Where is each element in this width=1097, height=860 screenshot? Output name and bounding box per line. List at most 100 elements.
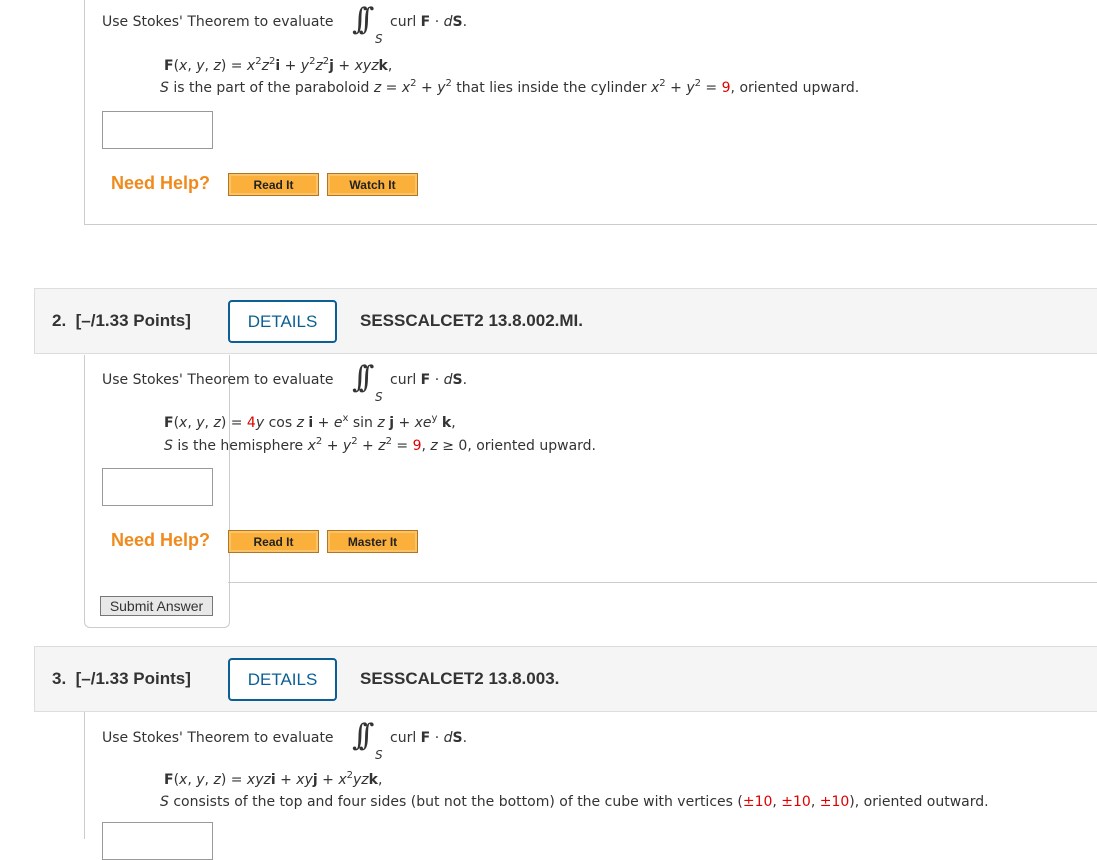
formula-segment: curl	[390, 14, 421, 30]
formula-segment: =	[381, 80, 402, 96]
formula-segment: y	[342, 438, 352, 454]
formula-segment: ) =	[220, 58, 247, 74]
formula-segment: z	[213, 772, 221, 788]
formula-segment: sin	[348, 415, 378, 431]
formula-segment: y	[196, 58, 205, 74]
formula-segment: ,	[810, 794, 820, 810]
formula-segment: ,	[187, 415, 197, 431]
question-2-integrand: curl F · dS.	[390, 372, 467, 388]
formula-segment: ), oriented outward.	[849, 794, 989, 810]
master-it-button[interactable]: Master It	[327, 530, 418, 553]
question-1-answer-input[interactable]	[102, 111, 213, 149]
integral-subscript: S	[375, 390, 383, 404]
question-3-body	[84, 712, 85, 839]
formula-segment: +	[322, 438, 343, 454]
divider	[228, 582, 1097, 583]
formula-segment: +	[317, 772, 339, 788]
watch-it-button[interactable]: Watch It	[327, 173, 418, 196]
formula-segment: cos	[264, 415, 297, 431]
formula-segment: ·	[430, 14, 444, 30]
formula-segment: +	[280, 58, 301, 74]
formula-segment: ±10	[819, 794, 850, 810]
formula-segment: +	[394, 415, 415, 431]
formula-segment: =	[391, 438, 413, 454]
formula-segment: ,	[377, 772, 383, 788]
formula-segment: yz	[352, 772, 369, 788]
formula-segment: y	[196, 415, 205, 431]
formula-segment: .	[462, 14, 468, 30]
read-it-button[interactable]: Read It	[228, 173, 319, 196]
integral-symbol: ∫∫	[352, 2, 374, 37]
question-3-details-button[interactable]: DETAILS	[228, 658, 337, 701]
formula-segment: 9	[721, 80, 731, 96]
question-3-answer-input[interactable]	[102, 822, 213, 860]
formula-segment: F	[164, 58, 174, 74]
question-2-answer-input[interactable]	[102, 468, 213, 506]
formula-segment: d	[443, 14, 453, 30]
formula-segment: is the part of the paraboloid	[168, 80, 374, 96]
formula-segment: consists of the top and four sides (but …	[168, 794, 743, 810]
formula-segment: F	[420, 14, 431, 30]
integral-subscript: S	[375, 32, 383, 46]
formula-segment: ,	[187, 772, 197, 788]
formula-segment: ·	[430, 730, 444, 746]
question-1-field: F(x, y, z) = x2z2i + y2z2j + xyzk,	[164, 57, 393, 75]
question-3-surface: S consists of the top and four sides (bu…	[160, 794, 989, 810]
integral-symbol: ∫∫	[352, 360, 374, 395]
formula-segment: that lies inside the cylinder	[451, 80, 651, 96]
formula-segment: ≥ 0, oriented upward.	[437, 438, 596, 454]
formula-segment: +	[416, 80, 438, 96]
formula-segment: ,	[772, 794, 782, 810]
formula-segment: y	[300, 58, 310, 74]
formula-segment: x	[401, 80, 411, 96]
formula-segment: xyz	[246, 772, 271, 788]
formula-segment: ±10	[742, 794, 773, 810]
formula-segment: ,	[451, 415, 456, 431]
formula-segment: x	[338, 772, 347, 788]
formula-segment: +	[313, 415, 334, 431]
submit-answer-button[interactable]: Submit Answer	[100, 596, 213, 616]
formula-segment: S	[160, 80, 169, 96]
formula-segment: k	[368, 772, 378, 788]
question-1-prompt: Use Stokes' Theorem to evaluate	[102, 14, 334, 30]
formula-segment: ) =	[220, 772, 247, 788]
formula-segment: F	[164, 415, 174, 431]
question-1-surface: S is the part of the paraboloid z = x2 +…	[160, 79, 860, 97]
formula-segment: y	[686, 80, 695, 96]
question-2-prompt: Use Stokes' Theorem to evaluate	[102, 372, 334, 388]
formula-segment: z	[315, 58, 323, 74]
question-2-surface: S is the hemisphere x2 + y2 + z2 = 9, z …	[164, 437, 596, 455]
formula-segment: .	[462, 730, 468, 746]
formula-segment: +	[357, 438, 379, 454]
question-2-id: SESSCALCET2 13.8.002.MI.	[360, 311, 583, 330]
formula-segment: y	[196, 772, 205, 788]
formula-segment: xe	[414, 415, 432, 431]
formula-segment: =	[700, 80, 722, 96]
question-3-header: 3. [–/1.33 Points] DETAILS SESSCALCET2 1…	[34, 646, 1097, 712]
question-3-id: SESSCALCET2 13.8.003.	[360, 669, 560, 688]
read-it-button[interactable]: Read It	[228, 530, 319, 553]
formula-segment: curl	[390, 730, 421, 746]
formula-segment: d	[443, 730, 453, 746]
need-help-label: Need Help?	[111, 530, 211, 550]
formula-segment: z	[213, 58, 221, 74]
formula-segment: ) =	[220, 415, 247, 431]
formula-segment: +	[333, 58, 355, 74]
formula-segment: z	[213, 415, 221, 431]
formula-segment: y	[255, 415, 265, 431]
formula-segment: .	[462, 372, 468, 388]
formula-segment: 9	[412, 438, 422, 454]
question-2-number: 2. [–/1.33 Points]	[52, 311, 191, 330]
formula-segment: , oriented upward.	[730, 80, 860, 96]
question-2-field: F(x, y, z) = 4y cos z i + ex sin z j + x…	[164, 414, 456, 432]
question-3-prompt: Use Stokes' Theorem to evaluate	[102, 730, 334, 746]
formula-segment: 4	[246, 415, 256, 431]
formula-segment: F	[164, 772, 174, 788]
formula-segment: x	[246, 58, 256, 74]
formula-segment: z	[377, 415, 385, 431]
integral-symbol: ∫∫	[352, 718, 374, 753]
formula-segment: ,	[387, 58, 393, 74]
formula-segment: is the hemisphere	[172, 438, 308, 454]
question-2-details-button[interactable]: DETAILS	[228, 300, 337, 343]
formula-segment: +	[275, 772, 297, 788]
